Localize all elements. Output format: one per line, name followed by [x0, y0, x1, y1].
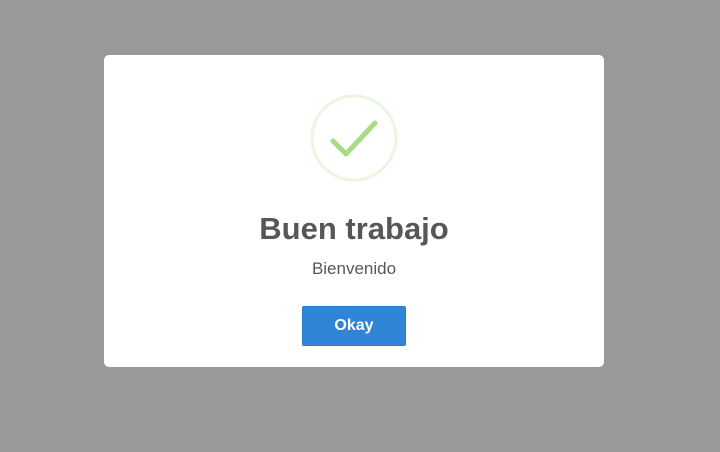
success-checkmark-icon [310, 94, 398, 182]
dialog-title: Buen trabajo [259, 211, 449, 246]
okay-button[interactable]: Okay [302, 306, 406, 346]
dialog-message: Bienvenido [311, 259, 397, 278]
alert-dialog: Buen trabajo Bienvenido Okay [104, 55, 604, 367]
